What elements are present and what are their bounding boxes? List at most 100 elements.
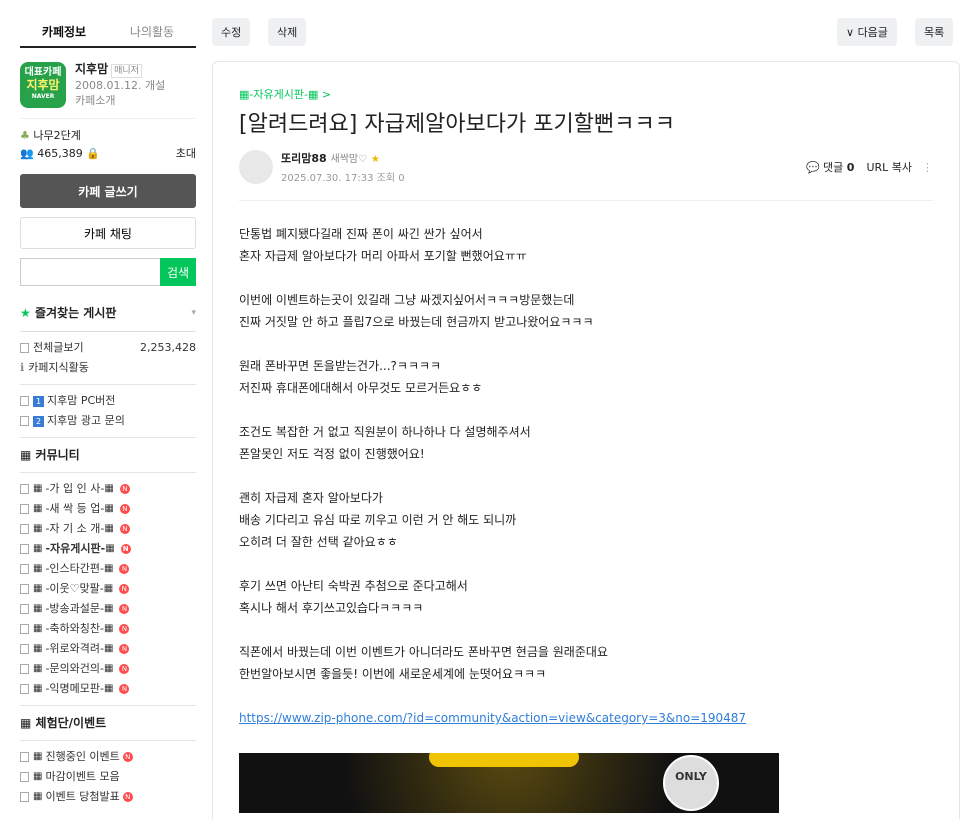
menu-event[interactable]: ▦ 마감이벤트 모음 [20,767,196,787]
paragraph: 직폰에서 바꿨는데 이번 이벤트가 아니더라도 폰바꾸면 현금을 원래준대요한번… [239,641,933,685]
menu-board-label: -자 기 소 개- [45,522,105,535]
menu-all-posts[interactable]: 전체글보기 2,253,428 [20,338,196,358]
text-line: 괜히 자급제 혼자 알아보다가 [239,491,383,505]
menu-board[interactable]: ▦ -가 입 인 사- ▦ N [20,479,196,499]
board-icon: ▦ [33,603,43,614]
list-button[interactable]: 목록 [915,18,954,46]
tab-cafe-info[interactable]: 카페정보 [20,16,108,46]
cafe-search-input[interactable] [20,258,160,286]
view-count: 조회 0 [376,173,405,184]
url-copy-button[interactable]: URL 복사 [866,159,912,175]
text-line: 이번에 이벤트하는곳이 있길래 그냥 싸겠지싶어서ㅋㅋㅋ방문했는데 [239,293,575,307]
article-link[interactable]: https://www.zip-phone.com/?id=community&… [239,711,746,725]
star-icon: ★ [20,306,31,320]
edit-button[interactable]: 수정 [212,18,251,46]
board-icon: ▦ [33,771,43,782]
board-icon: ▦ [104,663,114,674]
comment-icon[interactable]: 💬 [806,161,820,174]
members-icon: 👥 [20,147,34,160]
more-icon[interactable]: ⋮ [922,161,933,174]
document-icon [20,624,29,634]
menu-board-label: -가 입 인 사- [45,482,105,495]
document-icon [20,664,29,674]
next-post-button[interactable]: ∨ 다음글 [837,18,897,46]
number-two-icon: 2 [33,415,44,427]
new-badge-icon: N [119,504,130,514]
cafe-name[interactable]: 지후맘 [75,62,108,76]
document-icon [20,792,29,802]
invite-link[interactable]: 초대 [176,145,196,163]
board-icon: ▦ [104,503,114,514]
menu-board-active[interactable]: ▦ -자유게시판- ▦ N [20,539,196,559]
new-badge-icon: N [122,792,133,802]
favorites-label: 즐겨찾는 게시판 [34,306,117,320]
article-title: [알려드려요] 자급제알아보다가 포기할뻔ㅋㅋㅋ [239,112,675,137]
group-community[interactable]: ▦ 커뮤니티 [20,438,196,473]
menu-event[interactable]: ▦ 이벤트 당첨발표 N [20,787,196,807]
menu-board-label: -인스타간편- [45,562,104,575]
sidebar: 카페정보 나의활동 대표카페 지후맘 NAVER 지후맘 매니저 2008.01.… [20,16,196,819]
menu-board[interactable]: ▦ -이웃♡맞팔- ▦ N [20,579,196,599]
paragraph: 단통법 폐지됐다길래 진짜 폰이 싸긴 싼가 싶어서 혼자 자급제 알아보다가 머… [239,223,933,267]
menu-all: 전체글보기 2,253,428 ℹ 카페지식활동 [20,332,196,385]
menu-board[interactable]: ▦ -축하와칭찬- ▦ N [20,619,196,639]
group-event[interactable]: ▦ 체험단/이벤트 [20,706,196,741]
new-badge-icon: N [119,604,130,614]
text-line: 단통법 폐지됐다길래 진짜 폰이 싸긴 싼가 싶어서 [239,227,483,241]
text-line: 직폰에서 바꿨는데 이번 이벤트가 아니더라도 폰바꾸면 현금을 원래준대요 [239,645,608,659]
board-icon: ▦ [104,523,114,534]
cafe-search-button[interactable]: 검색 [160,258,196,286]
board-icon: ▦ [20,716,32,730]
document-icon [20,564,29,574]
delete-button[interactable]: 삭제 [268,18,307,46]
article: ▦-자유게시판-▦ > [알려드려요] 자급제알아보다가 포기할뻔ㅋㅋㅋ 또리맘… [212,61,960,819]
tab-my-activity[interactable]: 나의활동 [108,16,196,46]
board-icon: ▦ [103,583,114,594]
memo-icon [20,684,29,694]
article-image[interactable]: ONLY [239,753,779,813]
comment-label[interactable]: 댓글 [823,159,843,175]
star-icon: ★ [370,154,380,165]
favorites-header[interactable]: ★ 즐겨찾는 게시판 ▾ [20,294,196,332]
menu-board[interactable]: ▦ -새 싹 등 업- ▦ N [20,499,196,519]
cafe-write-button[interactable]: 카페 글쓰기 [20,174,196,208]
menu-board-label: -이웃♡맞팔- [45,582,104,595]
board-icon: ▦ [33,643,43,654]
menu-board[interactable]: ▦ -익명메모판- ▦ N [20,679,196,699]
menu-board[interactable]: ▦ -인스타간편- ▦ N [20,559,196,579]
board-icon: ▦ [20,448,32,462]
board-breadcrumb[interactable]: ▦-자유게시판-▦ > [239,86,933,102]
paragraph: 괜히 자급제 혼자 알아보다가배송 기다리고 유심 따로 끼우고 이런 거 안 … [239,487,933,553]
menu-board[interactable]: ▦ -자 기 소 개- ▦ N [20,519,196,539]
menu-knowledge[interactable]: ℹ 카페지식활동 [20,358,196,378]
board-icon: ▦ [33,683,43,694]
menu-board-label: -자유게시판- [45,542,106,555]
menu-board-label: -축하와칭찬- [45,622,104,635]
cafe-chat-button[interactable]: 카페 채팅 [20,217,196,249]
tree-icon: ♣ [20,129,30,142]
menu-pc-version[interactable]: 1 지후맘 PC버전 [20,391,196,411]
document-icon [20,772,29,782]
cafe-intro-link[interactable]: 카페소개 [75,93,165,108]
menu-event[interactable]: ▦ 진행중인 이벤트 N [20,747,196,767]
author-name[interactable]: 또리맘88 [281,152,327,165]
avatar[interactable] [239,150,273,184]
board-icon: ▦ [33,483,43,494]
group-community-label: 커뮤니티 [35,448,80,462]
document-icon [20,604,29,614]
text-line: 진짜 거짓말 안 하고 플립7으로 바꿨는데 현금까지 받고나왔어요ㅋㅋㅋ [239,315,594,329]
member-count[interactable]: 465,389 [37,147,83,160]
text-line: 한번알아보시면 좋을듯! 이번에 새로운세계에 눈떳어요ㅋㅋㅋ [239,667,547,681]
text-line: 배송 기다리고 유심 따로 끼우고 이런 거 안 해도 되니까 [239,513,517,527]
menu-board-label: -문의와건의- [45,662,104,675]
menu-board[interactable]: ▦ -문의와건의- ▦ N [20,659,196,679]
menu-board[interactable]: ▦ -위로와격려- ▦ N [20,639,196,659]
menu-ad-inquiry[interactable]: 2 지후맘 광고 문의 [20,411,196,431]
chevron-down-icon: ∨ [846,26,855,39]
document-icon [20,343,29,353]
cafe-level[interactable]: 나무2단계 [33,129,80,142]
cafe-logo[interactable]: 대표카페 지후맘 NAVER [20,62,66,108]
comment-count: 0 [846,160,855,174]
image-only-text: ONLY [675,770,707,783]
menu-board[interactable]: ▦ -방송과설문- ▦ N [20,599,196,619]
